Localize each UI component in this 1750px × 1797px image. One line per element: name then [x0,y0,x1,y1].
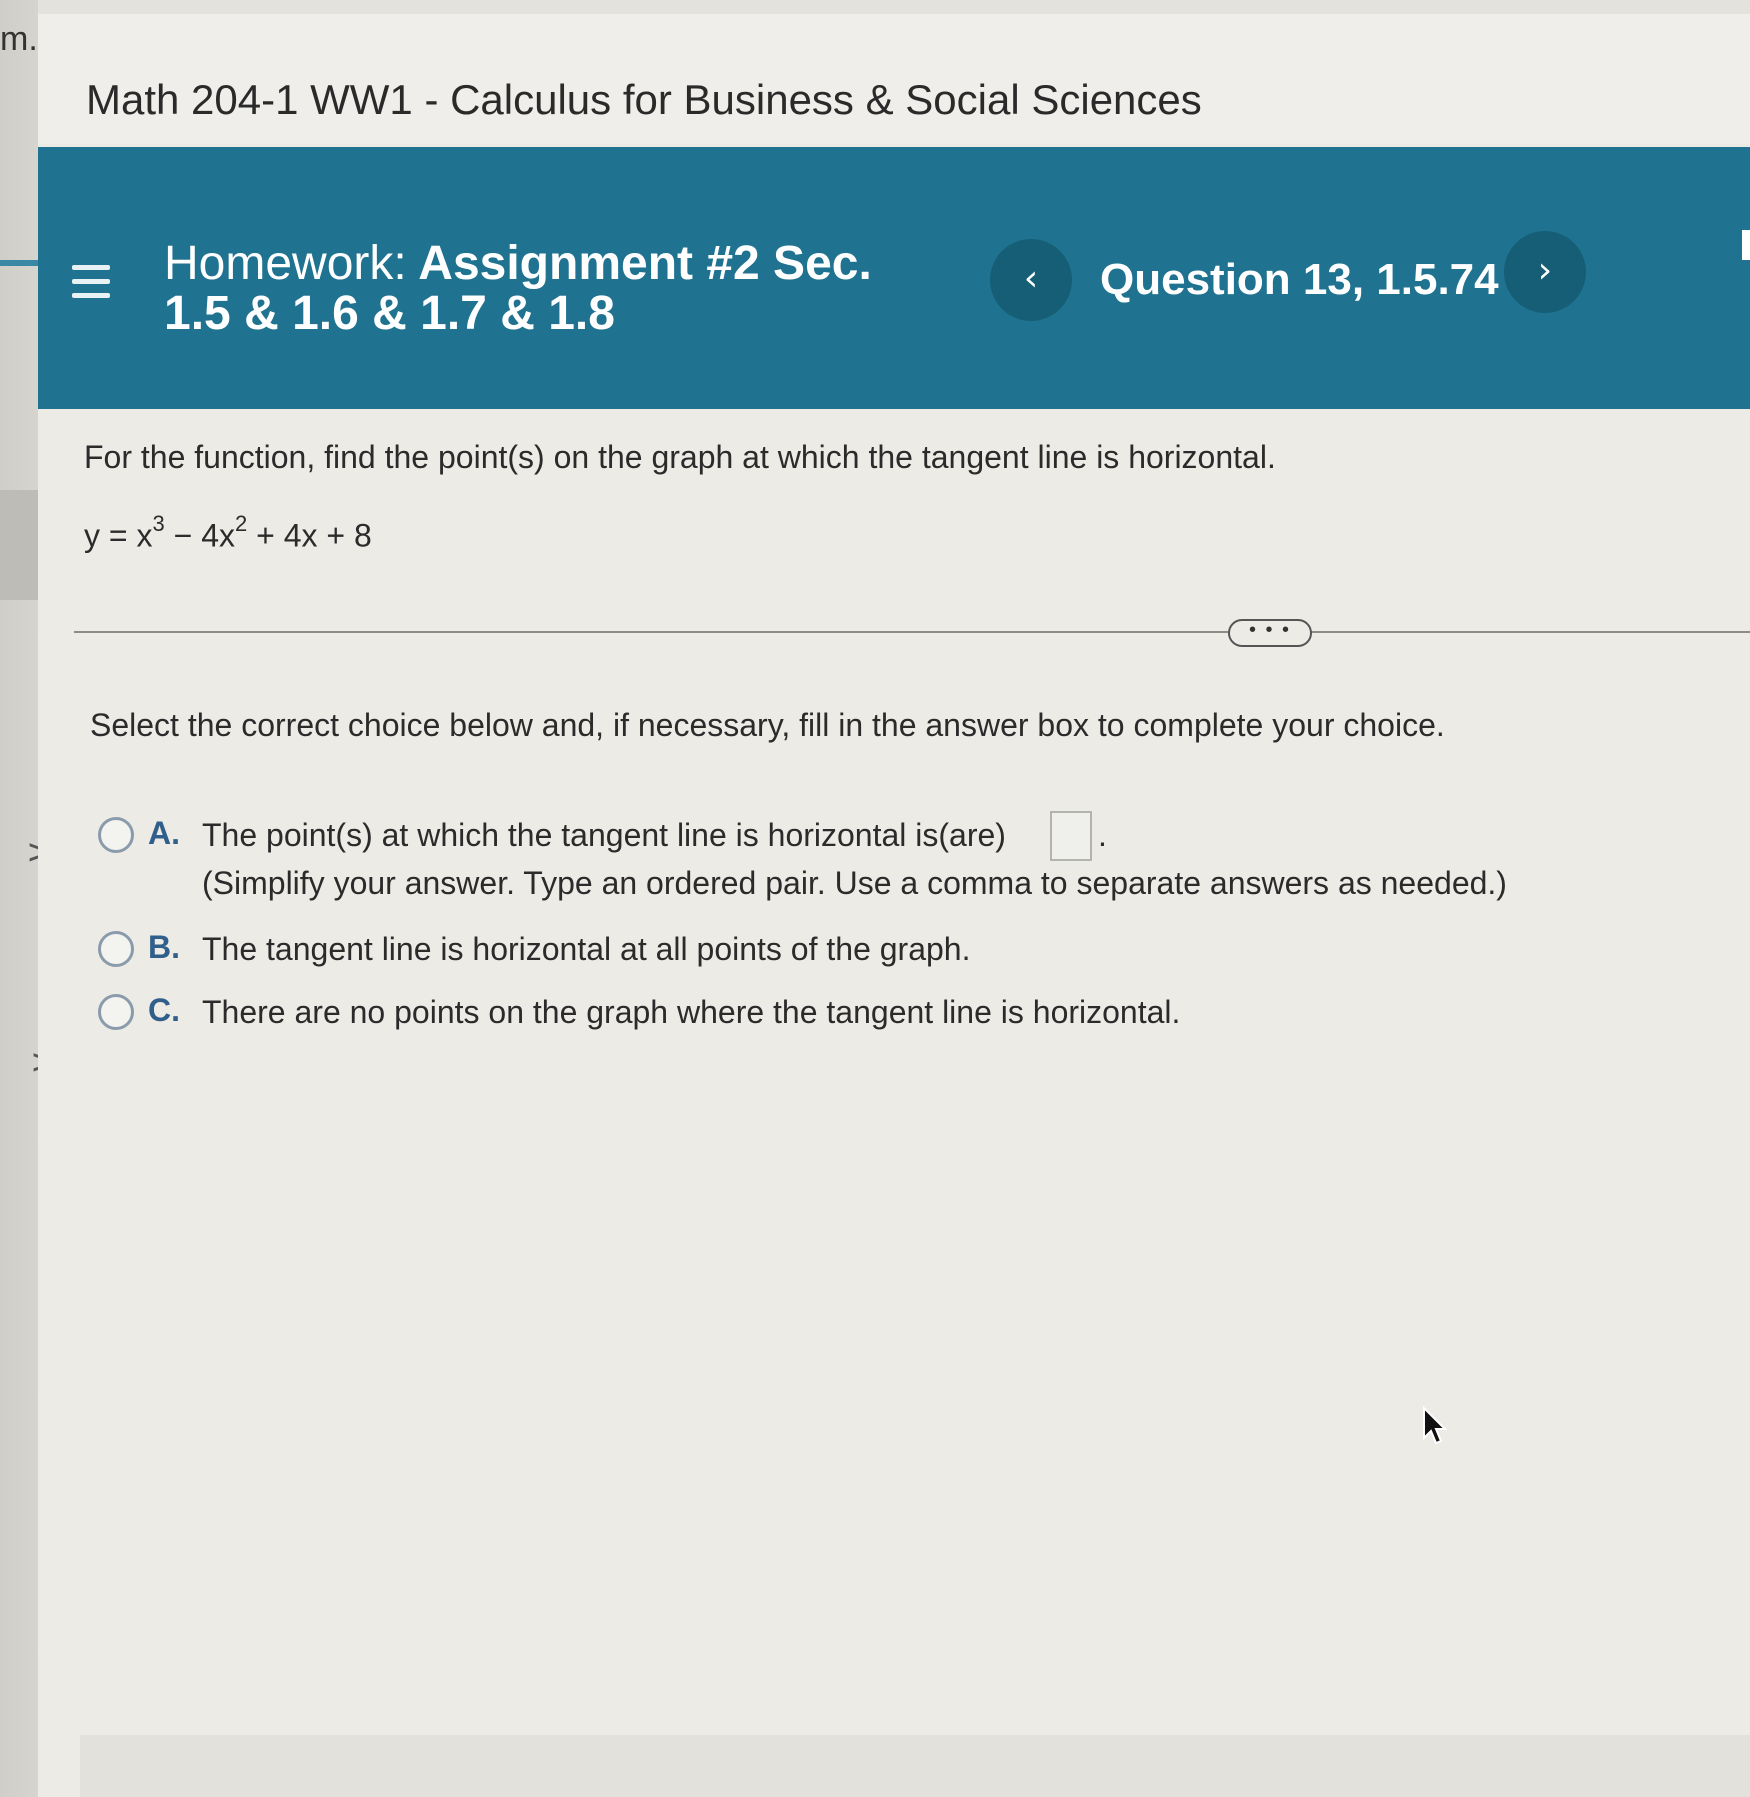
address-bar-strip [38,0,1750,15]
equation-rest: + 4x + 8 [247,517,372,554]
mouse-cursor-icon [1423,1406,1448,1445]
page: m. > > > Math 204-1 WW1 - Calculus for B… [0,0,1750,1797]
section-divider [74,631,1750,633]
bottom-strip [80,1735,1750,1797]
homework-prefix: Homework: [164,237,407,290]
gutter-accent-strip [0,260,40,266]
course-title: Math 204-1 WW1 - Calculus for Business &… [86,76,1202,123]
course-bar: Math 204-1 WW1 - Calculus for Business &… [38,14,1750,144]
radio-button-c[interactable] [98,994,134,1030]
equation-exponent-1: 3 [152,511,165,536]
assignment-name-line2: 1.5 & 1.6 & 1.7 & 1.8 [164,287,615,340]
choice-a-hint: (Simplify your answer. Type an ordered p… [202,865,1507,901]
assignment-name-line1: Assignment #2 Sec. [418,237,872,290]
previous-question-button[interactable]: ‹ [990,239,1072,321]
function-equation: y = x3 − 4x2 + 4x + 8 [84,511,372,555]
equation-mid: − 4x [164,517,235,554]
right-edge-mark [1742,230,1750,260]
more-options-button[interactable]: • • • [1228,619,1312,647]
answer-input-box[interactable] [1050,811,1092,861]
question-label: Question 13, 1.5.74 [1100,255,1499,304]
choice-text-b: The tangent line is horizontal at all po… [202,931,971,967]
radio-button-a[interactable] [98,817,134,853]
radio-button-b[interactable] [98,931,134,967]
equation-exponent-2: 2 [234,511,248,536]
assignment-header: Homework: Assignment #2 Sec. 1.5 & 1.6 &… [38,147,1750,409]
gutter-text-fragment: m. [0,20,38,58]
next-question-button[interactable]: › [1504,231,1586,313]
choice-instructions: Select the correct choice below and, if … [90,707,1445,743]
choice-letter-c: C. [148,992,180,1028]
assignment-title: Homework: Assignment #2 Sec. 1.5 & 1.6 &… [164,239,872,339]
choice-letter-b: B. [148,929,180,965]
question-prompt: For the function, find the point(s) on t… [84,439,1276,475]
browser-window: Math 204-1 WW1 - Calculus for Business &… [38,0,1750,1797]
question-content: For the function, find the point(s) on t… [38,409,1750,1797]
menu-icon[interactable] [72,265,112,303]
choice-text-c: There are no points on the graph where t… [202,994,1181,1030]
answer-period: . [1098,817,1107,853]
choice-letter-a: A. [148,815,180,851]
equation-lhs: y = x [84,517,153,554]
choice-text-a: The point(s) at which the tangent line i… [202,817,1006,853]
